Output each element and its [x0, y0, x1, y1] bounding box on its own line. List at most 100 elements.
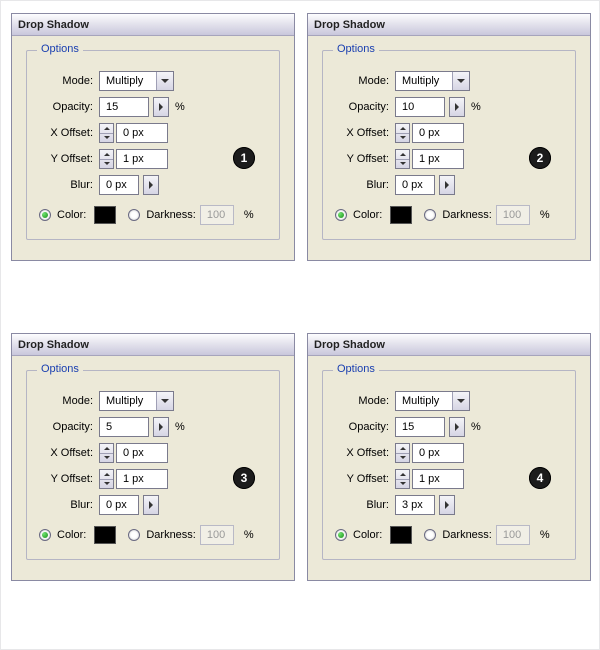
opacity-flyout-button[interactable] — [449, 97, 465, 117]
mode-row: Mode: Multiply — [39, 391, 267, 411]
opacity-input[interactable]: 10 — [395, 97, 445, 117]
triangle-right-icon — [455, 423, 459, 431]
yoffset-input[interactable]: 1 px — [116, 469, 168, 489]
xoffset-stepper[interactable] — [395, 123, 410, 143]
color-label: Color: — [57, 209, 86, 221]
yoffset-input[interactable]: 1 px — [412, 149, 464, 169]
color-radio[interactable] — [335, 529, 347, 541]
stepper-down[interactable] — [100, 133, 113, 143]
panel-body: Options Mode: Multiply Opacity: 15 % — [12, 36, 294, 260]
color-swatch[interactable] — [390, 526, 412, 544]
darkness-radio[interactable] — [424, 209, 436, 221]
blur-input[interactable]: 3 px — [395, 495, 435, 515]
stepper-up[interactable] — [100, 150, 113, 159]
xoffset-stepper[interactable] — [395, 443, 410, 463]
opacity-flyout-button[interactable] — [153, 417, 169, 437]
mode-dropdown-button[interactable] — [452, 72, 469, 90]
color-swatch[interactable] — [94, 206, 116, 224]
stepper-down[interactable] — [396, 133, 409, 143]
panel-title: Drop Shadow — [18, 19, 89, 31]
xoffset-label: X Offset: — [39, 127, 93, 139]
darkness-label: Darkness: — [442, 209, 492, 221]
opacity-input[interactable]: 5 — [99, 417, 149, 437]
triangle-up-icon — [400, 153, 406, 156]
yoffset-stepper[interactable] — [395, 149, 410, 169]
chevron-down-icon — [457, 399, 465, 403]
stepper-up[interactable] — [396, 150, 409, 159]
yoffset-stepper[interactable] — [395, 469, 410, 489]
panel-titlebar[interactable]: Drop Shadow — [308, 334, 590, 356]
xoffset-stepper[interactable] — [99, 123, 114, 143]
stepper-up[interactable] — [396, 470, 409, 479]
blur-flyout-button[interactable] — [439, 175, 455, 195]
mode-select[interactable]: Multiply — [395, 71, 470, 91]
color-radio[interactable] — [335, 209, 347, 221]
blur-flyout-button[interactable] — [439, 495, 455, 515]
panel-titlebar[interactable]: Drop Shadow — [12, 14, 294, 36]
yoffset-stepper[interactable] — [99, 149, 114, 169]
darkness-input: 100 — [200, 525, 234, 545]
mode-dropdown-button[interactable] — [156, 72, 173, 90]
triangle-up-icon — [104, 447, 110, 450]
color-label: Color: — [353, 209, 382, 221]
stepper-up[interactable] — [100, 470, 113, 479]
opacity-input[interactable]: 15 — [395, 417, 445, 437]
yoffset-input[interactable]: 1 px — [412, 469, 464, 489]
drop-shadow-panel: Drop Shadow Options Mode: Multiply Opaci… — [11, 13, 295, 261]
xoffset-input[interactable]: 0 px — [412, 443, 464, 463]
drop-shadow-panel: Drop Shadow Options Mode: Multiply Opaci… — [11, 333, 295, 581]
opacity-input[interactable]: 15 — [99, 97, 149, 117]
xoffset-label: X Offset: — [335, 127, 389, 139]
color-radio[interactable] — [39, 209, 51, 221]
yoffset-input[interactable]: 1 px — [116, 149, 168, 169]
options-fieldset: Options Mode: Multiply Opacity: 15 % — [26, 50, 280, 240]
stepper-down[interactable] — [396, 479, 409, 489]
xoffset-input[interactable]: 0 px — [116, 443, 168, 463]
xoffset-label: X Offset: — [335, 447, 389, 459]
darkness-radio[interactable] — [424, 529, 436, 541]
stepper-down[interactable] — [396, 453, 409, 463]
panel-body: Options Mode: Multiply Opacity: 15 % — [308, 356, 590, 580]
blur-input[interactable]: 0 px — [395, 175, 435, 195]
darkness-input: 100 — [200, 205, 234, 225]
blur-flyout-button[interactable] — [143, 495, 159, 515]
darkness-suffix: % — [244, 529, 254, 541]
darkness-radio[interactable] — [128, 529, 140, 541]
stepper-down[interactable] — [100, 159, 113, 169]
xoffset-input[interactable]: 0 px — [412, 123, 464, 143]
opacity-flyout-button[interactable] — [449, 417, 465, 437]
mode-value: Multiply — [100, 392, 156, 410]
panel-titlebar[interactable]: Drop Shadow — [308, 14, 590, 36]
color-swatch[interactable] — [94, 526, 116, 544]
darkness-radio[interactable] — [128, 209, 140, 221]
mode-dropdown-button[interactable] — [156, 392, 173, 410]
mode-dropdown-button[interactable] — [452, 392, 469, 410]
blur-input[interactable]: 0 px — [99, 495, 139, 515]
triangle-right-icon — [445, 501, 449, 509]
mode-select[interactable]: Multiply — [99, 71, 174, 91]
color-darkness-row: Color: Darkness: 100 % — [335, 525, 563, 545]
stepper-up[interactable] — [100, 444, 113, 453]
stepper-up[interactable] — [100, 124, 113, 133]
opacity-suffix: % — [471, 421, 481, 433]
panel-badge: 1 — [233, 147, 255, 169]
blur-label: Blur: — [39, 179, 93, 191]
blur-input[interactable]: 0 px — [99, 175, 139, 195]
mode-row: Mode: Multiply — [39, 71, 267, 91]
yoffset-stepper[interactable] — [99, 469, 114, 489]
stepper-up[interactable] — [396, 124, 409, 133]
opacity-flyout-button[interactable] — [153, 97, 169, 117]
stepper-down[interactable] — [100, 479, 113, 489]
xoffset-input[interactable]: 0 px — [116, 123, 168, 143]
stepper-down[interactable] — [100, 453, 113, 463]
xoffset-stepper[interactable] — [99, 443, 114, 463]
stepper-up[interactable] — [396, 444, 409, 453]
color-swatch[interactable] — [390, 206, 412, 224]
blur-flyout-button[interactable] — [143, 175, 159, 195]
options-fieldset: Options Mode: Multiply Opacity: 10 % — [322, 50, 576, 240]
color-radio[interactable] — [39, 529, 51, 541]
stepper-down[interactable] — [396, 159, 409, 169]
mode-select[interactable]: Multiply — [395, 391, 470, 411]
panel-titlebar[interactable]: Drop Shadow — [12, 334, 294, 356]
mode-select[interactable]: Multiply — [99, 391, 174, 411]
